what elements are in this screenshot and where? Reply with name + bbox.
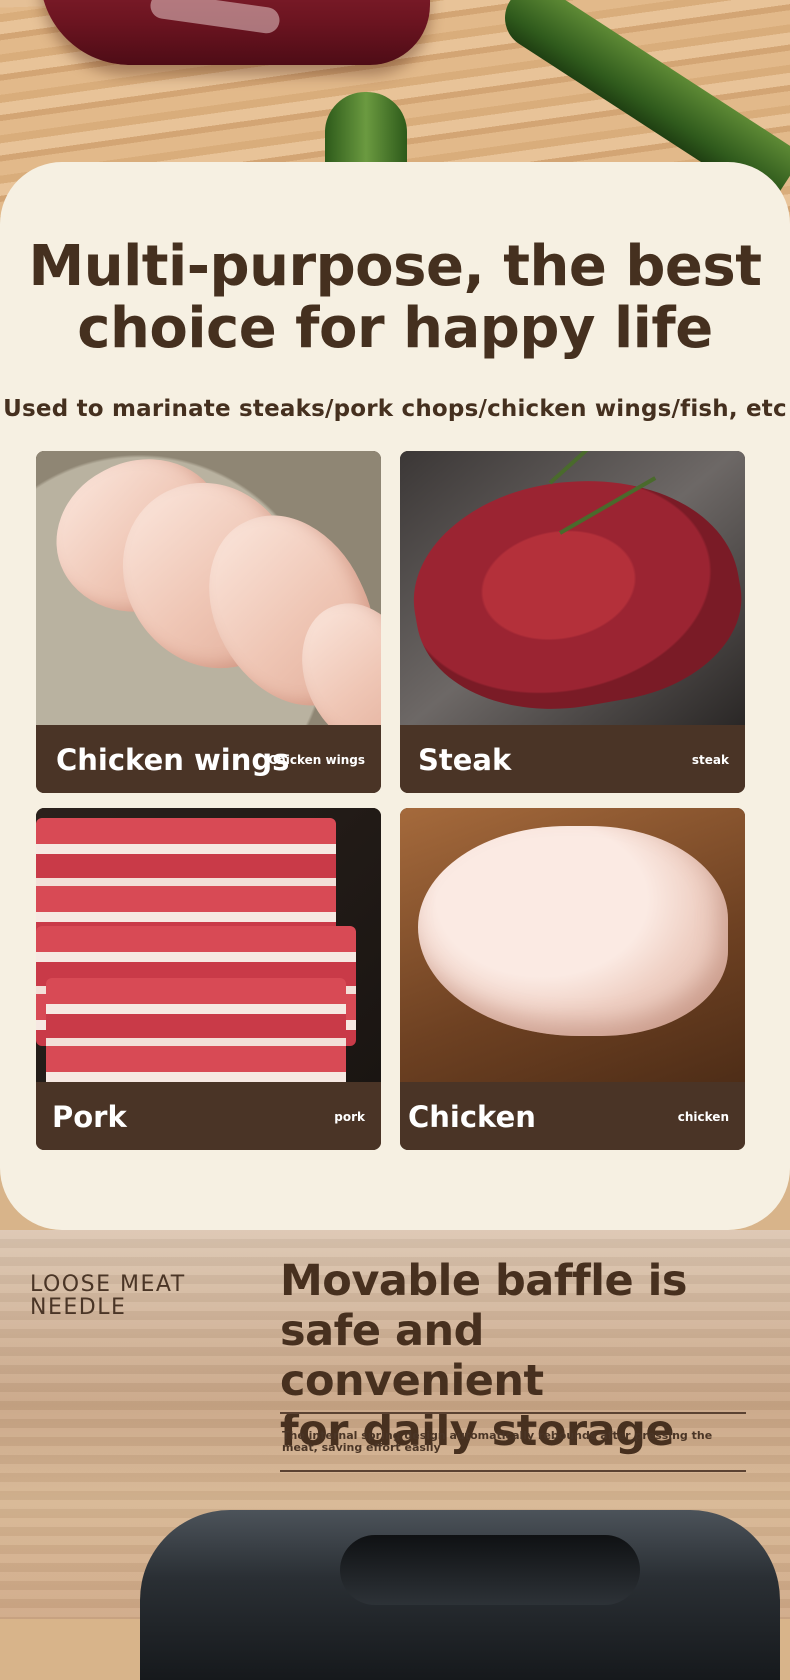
item-card-chicken-wings: Chicken wings Chicken wings [36, 451, 381, 793]
item-card-chicken: Chicken chicken [400, 808, 745, 1150]
feature-title-line: safe and convenient [280, 1306, 544, 1406]
product-label-line: LOOSE MEAT [30, 1272, 186, 1297]
divider [280, 1412, 746, 1414]
product-label-line: NEEDLE [30, 1295, 127, 1320]
feature-title-line: Movable baffle is [280, 1256, 687, 1306]
item-name: Chicken wings [56, 743, 290, 777]
feature-description: The internal spring design automatically… [282, 1429, 713, 1454]
item-name: Pork [52, 1100, 127, 1134]
headline: Multi-purpose, the best choice for happy… [0, 236, 790, 360]
item-label-bar: Steak steak [400, 725, 745, 793]
product-label: LOOSE MEAT NEEDLE [30, 1273, 186, 1319]
item-label-bar: Chicken chicken [400, 1082, 745, 1150]
raw-meat-image [40, 0, 430, 65]
item-tag: steak [691, 753, 729, 767]
chicken-wings-photo [36, 451, 381, 725]
pork-photo [36, 808, 381, 1082]
item-label-bar: Pork pork [36, 1082, 381, 1150]
divider [280, 1470, 746, 1472]
feature-title: Movable baffle is safe and convenient fo… [280, 1256, 750, 1456]
headline-line: choice for happy life [77, 296, 713, 361]
item-name: Steak [418, 743, 512, 777]
item-card-pork: Pork pork [36, 808, 381, 1150]
item-card-steak: Steak steak [400, 451, 745, 793]
item-label-bar: Chicken wings Chicken wings [36, 725, 381, 793]
steak-photo [400, 451, 745, 725]
subheadline: Used to marinate steaks/pork chops/chick… [3, 396, 787, 422]
product-handle-grip [340, 1535, 640, 1605]
item-tag: chicken [677, 1110, 729, 1124]
item-name: Chicken [408, 1100, 536, 1134]
item-tag: pork [334, 1110, 365, 1124]
item-tag: Chicken wings [268, 753, 365, 767]
headline-line: Multi-purpose, the best [28, 234, 763, 299]
whole-chicken-photo [400, 808, 745, 1082]
